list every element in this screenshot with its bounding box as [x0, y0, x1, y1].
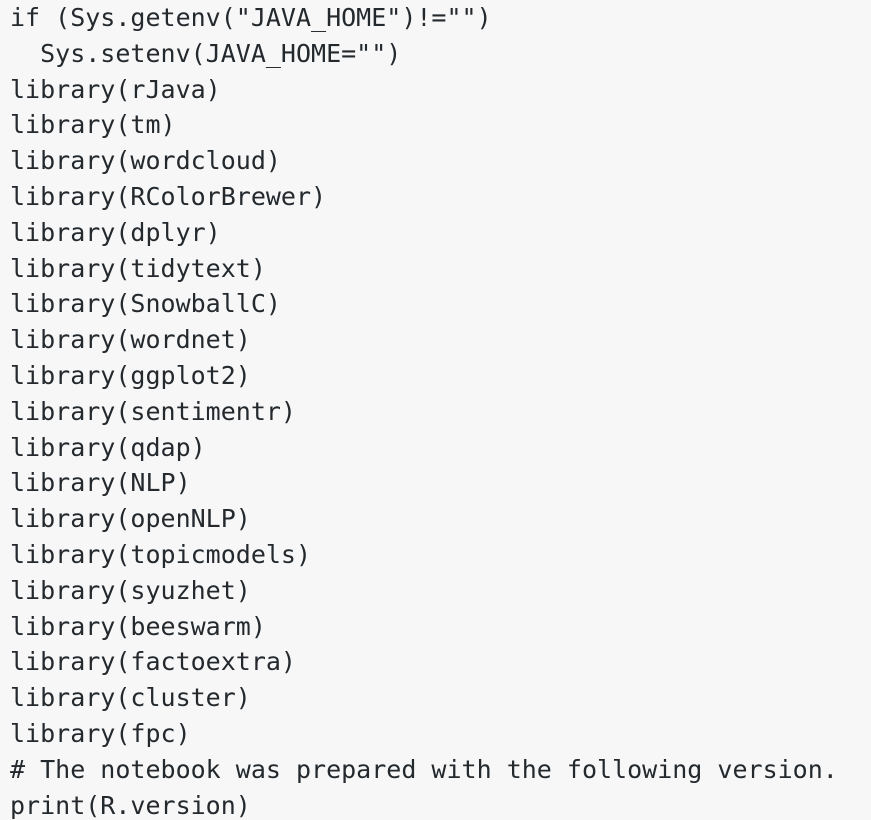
- code-cell[interactable]: if (Sys.getenv("JAVA_HOME")!="") Sys.set…: [0, 0, 871, 820]
- code-line-library-rjava: library(rJava): [10, 74, 221, 104]
- code-line-library-topicmodels: library(topicmodels): [10, 539, 312, 569]
- code-line-library-cluster: library(cluster): [10, 683, 251, 713]
- code-line-library-factoextra: library(factoextra): [10, 647, 296, 677]
- code-line-print-version: print(R.version): [10, 790, 251, 820]
- code-line-library-beeswarm: library(beeswarm): [10, 611, 266, 641]
- code-line-library-fpc: library(fpc): [10, 718, 191, 748]
- code-line-library-qdap: library(qdap): [10, 432, 206, 462]
- code-line-library-syuzhet: library(syuzhet): [10, 575, 251, 605]
- code-line-library-wordcloud: library(wordcloud): [10, 146, 281, 176]
- code-line-if-statement: if (Sys.getenv("JAVA_HOME")!=""): [10, 3, 492, 32]
- code-line-library-wordnet: library(wordnet): [10, 325, 251, 355]
- code-line-library-sentimentr: library(sentimentr): [10, 396, 296, 426]
- code-line-library-opennlp: library(openNLP): [10, 504, 251, 534]
- code-line-library-tm: library(tm): [10, 110, 176, 140]
- code-line-setenv: Sys.setenv(JAVA_HOME=""): [10, 38, 402, 68]
- code-line-library-dplyr: library(dplyr): [10, 217, 221, 247]
- code-editor[interactable]: if (Sys.getenv("JAVA_HOME")!="") Sys.set…: [10, 0, 871, 820]
- code-line-library-snowballc: library(SnowballC): [10, 289, 281, 319]
- code-line-library-tidytext: library(tidytext): [10, 253, 266, 283]
- code-line-library-rcolorbrewer: library(RColorBrewer): [10, 181, 327, 211]
- code-line-comment: # The notebook was prepared with the fol…: [10, 754, 838, 784]
- code-line-library-nlp: library(NLP): [10, 468, 191, 498]
- code-line-library-ggplot2: library(ggplot2): [10, 360, 251, 390]
